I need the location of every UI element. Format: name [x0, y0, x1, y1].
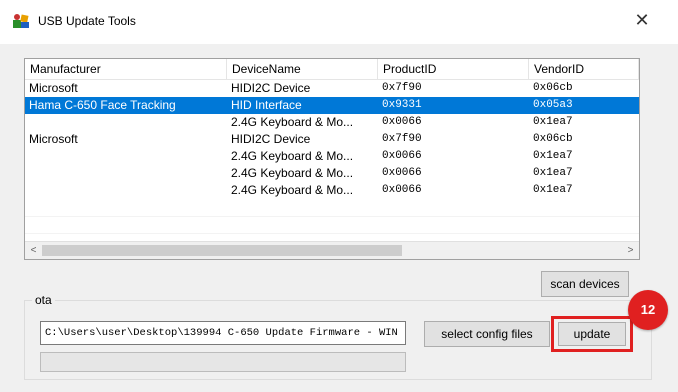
column-header-devicename[interactable]: DeviceName	[227, 59, 378, 79]
table-row[interactable]: 2.4G Keyboard & Mo... 0x0066 0x1ea7	[25, 182, 639, 199]
table-cell-vendor: 0x1ea7	[533, 184, 573, 196]
title-bar: USB Update Tools ✕	[0, 0, 678, 44]
table-cell-manufacturer	[25, 148, 227, 165]
table-row[interactable]: 2.4G Keyboard & Mo... 0x0066 0x1ea7	[25, 148, 639, 165]
empty-row	[25, 199, 639, 217]
table-cell-device: 2.4G Keyboard & Mo...	[231, 115, 354, 129]
table-cell-manufacturer: Hama C-650 Face Tracking	[29, 98, 176, 112]
select-config-files-label: select config files	[441, 327, 533, 341]
table-cell-vendor: 0x1ea7	[533, 150, 573, 162]
table-cell-product: 0x7f90	[382, 133, 422, 145]
table-cell-product: 0x0066	[382, 167, 422, 179]
update-progress-bar	[40, 352, 406, 372]
step-badge: 12	[628, 290, 668, 330]
scroll-right-icon[interactable]: >	[622, 242, 639, 259]
table-row[interactable]: Hama C-650 Face Tracking HID Interface 0x9…	[25, 97, 639, 114]
table-cell-vendor: 0x06cb	[533, 133, 573, 145]
table-cell-product: 0x0066	[382, 150, 422, 162]
table-row[interactable]: Microsoft HIDI2C Device 0x7f90 0x06cb	[25, 80, 639, 97]
usb-tools-icon	[12, 12, 32, 30]
horizontal-scrollbar[interactable]: < >	[25, 241, 639, 259]
table-cell-manufacturer	[25, 182, 227, 199]
list-header: Manufacturer DeviceName ProductID Vendor…	[25, 59, 639, 80]
column-header-vendorid[interactable]: VendorID	[529, 59, 639, 79]
close-icon[interactable]: ✕	[632, 8, 652, 32]
table-cell-device: 2.4G Keyboard & Mo...	[231, 183, 354, 197]
table-cell-device: 2.4G Keyboard & Mo...	[231, 149, 354, 163]
table-cell-manufacturer	[25, 114, 227, 131]
table-cell-product: 0x0066	[382, 116, 422, 128]
table-cell-manufacturer: Microsoft	[29, 81, 78, 95]
table-cell-device: HIDI2C Device	[231, 132, 311, 146]
table-cell-vendor: 0x1ea7	[533, 116, 573, 128]
table-row[interactable]: 2.4G Keyboard & Mo... 0x0066 0x1ea7	[25, 114, 639, 131]
table-cell-device: 2.4G Keyboard & Mo...	[231, 166, 354, 180]
table-cell-product: 0x0066	[382, 184, 422, 196]
window-title: USB Update Tools	[38, 14, 136, 28]
column-header-productid[interactable]: ProductID	[378, 59, 529, 79]
device-list[interactable]: Manufacturer DeviceName ProductID Vendor…	[24, 58, 640, 260]
table-cell-product: 0x7f90	[382, 82, 422, 94]
table-cell-vendor: 0x06cb	[533, 82, 573, 94]
table-cell-vendor: 0x05a3	[533, 99, 573, 111]
table-cell-vendor: 0x1ea7	[533, 167, 573, 179]
scan-devices-button[interactable]: scan devices	[541, 271, 629, 297]
table-row[interactable]: Microsoft HIDI2C Device 0x7f90 0x06cb	[25, 131, 639, 148]
table-cell-product: 0x9331	[382, 99, 422, 111]
usb-update-tools-window: USB Update Tools ✕ Manufacturer DeviceNa…	[0, 0, 678, 392]
table-cell-manufacturer: Microsoft	[29, 132, 78, 146]
select-config-files-button[interactable]: select config files	[424, 321, 550, 347]
table-row[interactable]: 2.4G Keyboard & Mo... 0x0066 0x1ea7	[25, 165, 639, 182]
update-highlight-frame	[551, 316, 633, 352]
scan-devices-label: scan devices	[550, 277, 620, 291]
empty-row	[25, 216, 639, 234]
ota-group-label: ota	[32, 293, 55, 307]
table-cell-device: HID Interface	[231, 98, 302, 112]
table-cell-manufacturer	[25, 165, 227, 182]
firmware-path-field[interactable]: C:\Users\user\Desktop\139994 C-650 Updat…	[40, 321, 406, 345]
scrollbar-thumb[interactable]	[42, 245, 402, 256]
scroll-left-icon[interactable]: <	[25, 242, 42, 259]
column-header-manufacturer[interactable]: Manufacturer	[25, 59, 227, 79]
table-cell-device: HIDI2C Device	[231, 81, 311, 95]
